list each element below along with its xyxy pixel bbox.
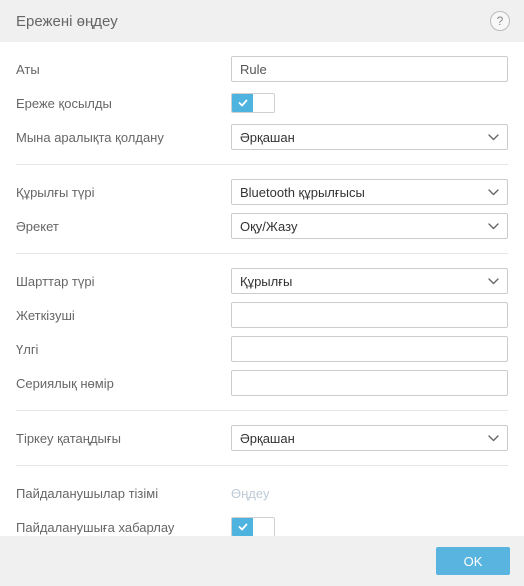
label-device-type: Құрылғы түрі (16, 185, 231, 200)
action-value: Оқу/Жазу (240, 219, 297, 234)
label-serial: Сериялық нөмір (16, 376, 231, 391)
chevron-down-icon (488, 223, 499, 230)
row-criteria-type: Шарттар түрі Құрылғы (16, 264, 508, 298)
row-logging-severity: Тіркеу қатаңдығы Әрқашан (16, 421, 508, 455)
chevron-down-icon (488, 189, 499, 196)
vendor-input[interactable] (231, 302, 508, 328)
apply-during-select[interactable]: Әрқашан (231, 124, 508, 150)
toggle-off-indicator (253, 518, 274, 536)
notify-user-toggle[interactable] (231, 517, 275, 537)
row-name: Аты (16, 52, 508, 86)
criteria-type-select[interactable]: Құрылғы (231, 268, 508, 294)
action-select[interactable]: Оқу/Жазу (231, 213, 508, 239)
row-serial: Сериялық нөмір (16, 366, 508, 400)
criteria-type-value: Құрылғы (240, 274, 292, 289)
name-input[interactable] (231, 56, 508, 82)
row-user-list: Пайдаланушылар тізімі Өңдеу (16, 476, 508, 510)
apply-during-value: Әрқашан (240, 130, 295, 145)
chevron-down-icon (488, 435, 499, 442)
label-rule-enabled: Ереже қосылды (16, 96, 231, 111)
serial-input[interactable] (231, 370, 508, 396)
help-button[interactable]: ? (490, 11, 510, 31)
toggle-on-indicator (232, 94, 253, 112)
divider (16, 164, 508, 165)
label-notify-user: Пайдаланушыға хабарлау (16, 520, 231, 535)
divider (16, 465, 508, 466)
model-input[interactable] (231, 336, 508, 362)
dialog-title: Ережені өңдеу (16, 13, 118, 30)
label-apply-during: Мына аралықта қолдану (16, 130, 231, 145)
dialog-footer: OK (0, 536, 524, 586)
chevron-down-icon (488, 278, 499, 285)
checkmark-icon (238, 522, 248, 532)
row-apply-during: Мына аралықта қолдану Әрқашан (16, 120, 508, 154)
label-model: Үлгі (16, 342, 231, 357)
divider (16, 253, 508, 254)
row-rule-enabled: Ереже қосылды (16, 86, 508, 120)
rule-enabled-toggle[interactable] (231, 93, 275, 113)
toggle-on-indicator (232, 518, 253, 536)
row-device-type: Құрылғы түрі Bluetooth құрылғысы (16, 175, 508, 209)
device-type-select[interactable]: Bluetooth құрылғысы (231, 179, 508, 205)
logging-severity-value: Әрқашан (240, 431, 295, 446)
label-vendor: Жеткізуші (16, 308, 231, 323)
device-type-value: Bluetooth құрылғысы (240, 185, 365, 200)
chevron-down-icon (488, 134, 499, 141)
user-list-edit-link: Өңдеу (231, 486, 269, 501)
divider (16, 410, 508, 411)
row-model: Үлгі (16, 332, 508, 366)
row-action: Әрекет Оқу/Жазу (16, 209, 508, 243)
toggle-off-indicator (253, 94, 274, 112)
ok-button[interactable]: OK (436, 547, 510, 575)
help-icon: ? (497, 14, 504, 28)
logging-severity-select[interactable]: Әрқашан (231, 425, 508, 451)
label-action: Әрекет (16, 219, 231, 234)
dialog-content: Аты Ереже қосылды Мына аралықта қолдану … (0, 42, 524, 544)
dialog-header: Ережені өңдеу ? (0, 0, 524, 42)
checkmark-icon (238, 98, 248, 108)
label-logging-severity: Тіркеу қатаңдығы (16, 431, 231, 446)
label-user-list: Пайдаланушылар тізімі (16, 486, 231, 501)
label-name: Аты (16, 62, 231, 77)
row-vendor: Жеткізуші (16, 298, 508, 332)
label-criteria-type: Шарттар түрі (16, 274, 231, 289)
